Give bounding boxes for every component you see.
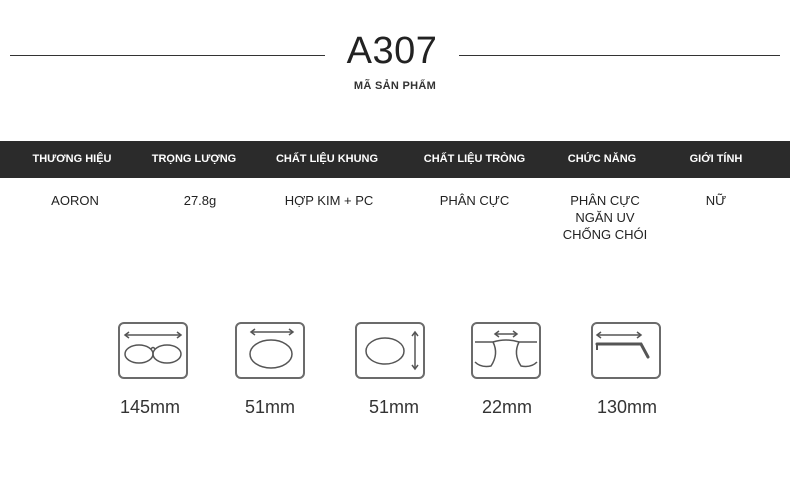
header-weight: TRỌNG LƯỢNG	[151, 153, 237, 165]
value-gender: NỮ	[705, 193, 727, 208]
value-function-line: NGĂN UV	[575, 210, 635, 225]
value-frame-material: HỢP KIM + PC	[284, 193, 374, 208]
measure-bridge-width: 22mm	[481, 397, 532, 417]
measure-lens-width: 51mm	[244, 397, 295, 417]
product-code-label: MÃ SẢN PHẨM	[353, 80, 437, 92]
bridge-width-icon	[471, 322, 541, 379]
title-divider-left	[10, 55, 325, 56]
header-brand: THƯƠNG HIỆU	[32, 153, 112, 165]
value-function-line: PHÂN CỰC	[570, 193, 640, 208]
measure-total-width: 145mm	[119, 397, 181, 417]
lens-width-icon	[235, 322, 305, 379]
total-width-icon	[118, 322, 188, 379]
spec-header-bar: THƯƠNG HIỆU TRỌNG LƯỢNG CHẤT LIỆU KHUNG …	[0, 141, 790, 178]
product-code: A307	[346, 30, 438, 72]
title-divider-right	[459, 55, 780, 56]
header-gender: GIỚI TÍNH	[689, 153, 743, 165]
value-brand: AORON	[51, 193, 99, 208]
lens-height-icon	[355, 322, 425, 379]
header-frame-material: CHẤT LIỆU KHUNG	[275, 153, 379, 165]
header-lens-material: CHẤT LIỆU TRÒNG	[423, 153, 526, 165]
temple-length-icon	[591, 322, 661, 379]
value-weight: 27.8g	[183, 193, 217, 208]
value-function: PHÂN CỰC NGĂN UV CHỐNG CHÓI	[550, 192, 660, 243]
header-function: CHỨC NĂNG	[567, 153, 637, 165]
measure-temple-length: 130mm	[596, 397, 658, 417]
measure-lens-height: 51mm	[368, 397, 419, 417]
value-function-line: CHỐNG CHÓI	[562, 227, 648, 242]
value-lens-material: PHÂN CỰC	[439, 193, 510, 208]
